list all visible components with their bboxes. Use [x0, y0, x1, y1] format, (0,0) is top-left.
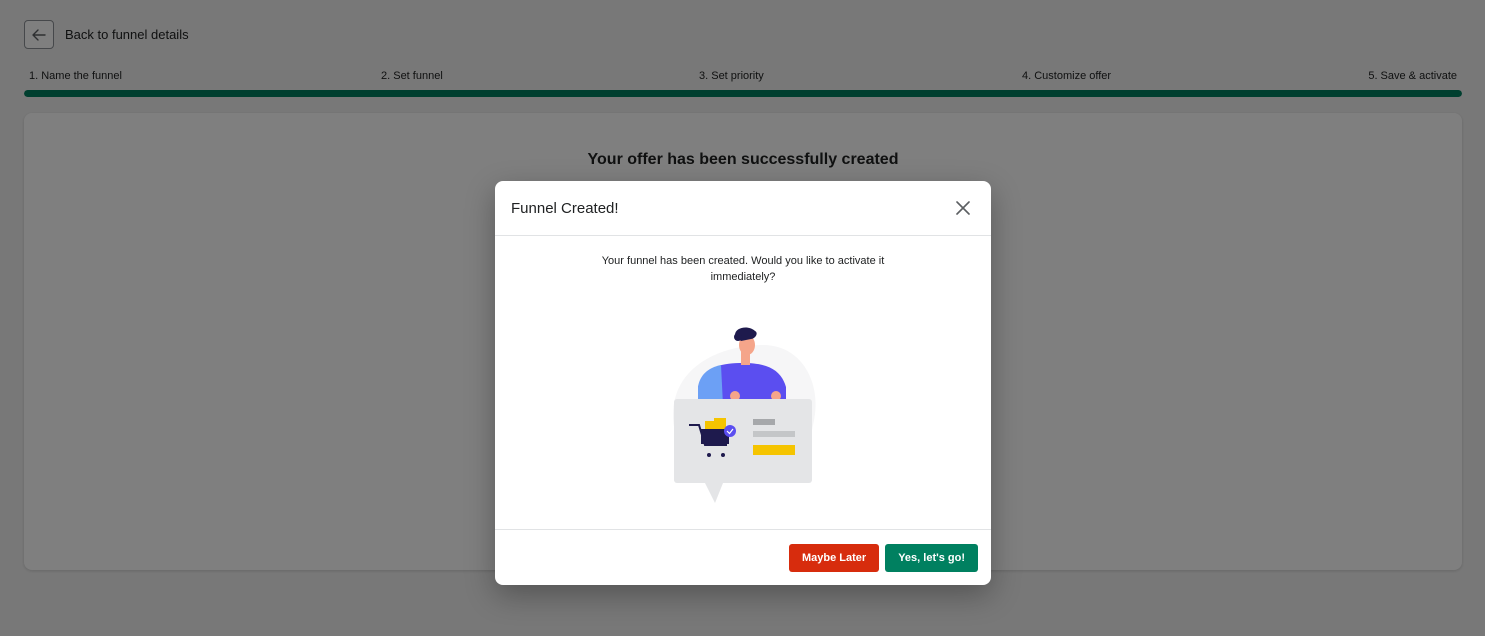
yes-lets-go-button[interactable]: Yes, let's go! [885, 543, 978, 572]
modal-header: Funnel Created! [495, 181, 991, 236]
maybe-later-button[interactable]: Maybe Later [788, 543, 880, 572]
close-icon [956, 201, 970, 215]
modal-message: Your funnel has been created. Would you … [601, 255, 885, 283]
modal-title: Funnel Created! [511, 199, 619, 217]
close-button[interactable] [951, 196, 975, 220]
modal-footer: Maybe Later Yes, let's go! [495, 529, 991, 585]
funnel-created-modal: Funnel Created! Your funnel has been cre… [495, 181, 991, 585]
shopping-cart-illustration [673, 327, 816, 503]
